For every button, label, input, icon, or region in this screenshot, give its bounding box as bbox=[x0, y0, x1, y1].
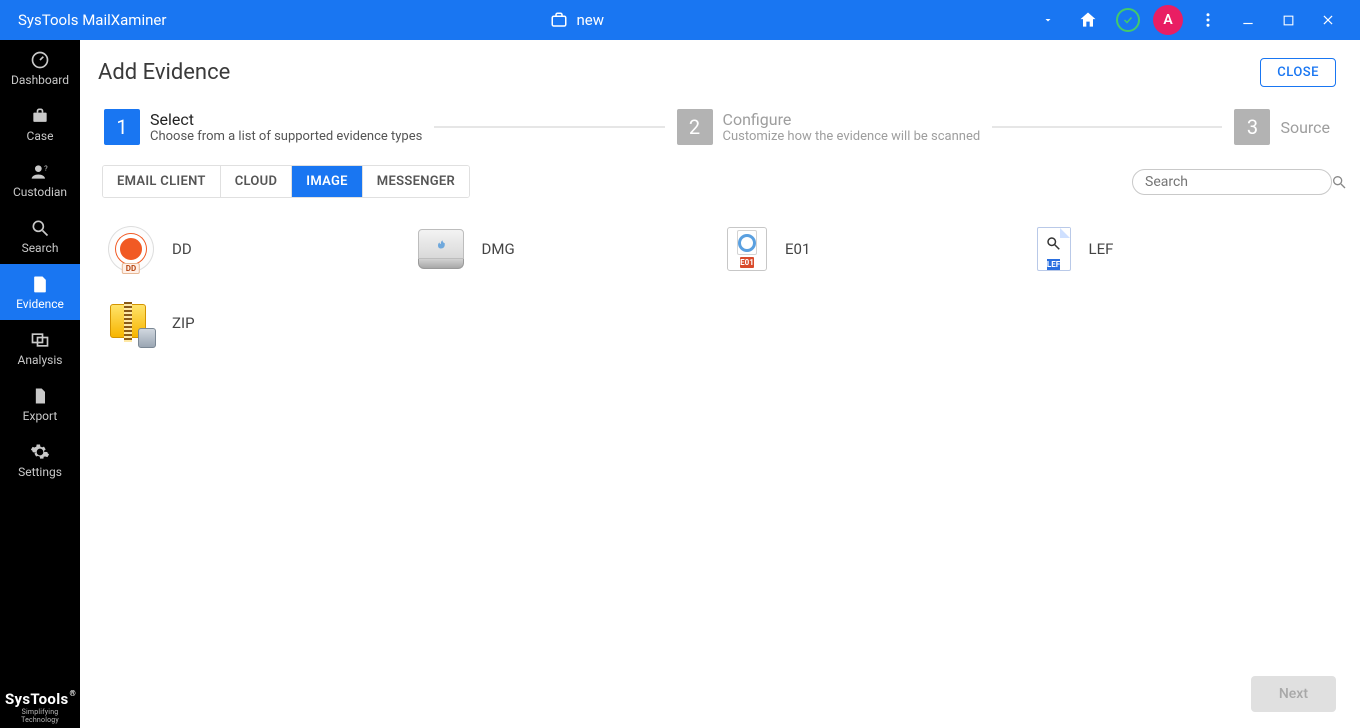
dropdown-button[interactable] bbox=[1028, 0, 1068, 40]
main-content: Add Evidence CLOSE 1 Select Choose from … bbox=[80, 40, 1360, 728]
tab-email-client[interactable]: EMAIL CLIENT bbox=[103, 166, 221, 197]
case-chip[interactable]: new bbox=[550, 11, 604, 29]
sidebar-item-search[interactable]: Search bbox=[0, 208, 80, 264]
export-icon bbox=[30, 386, 50, 406]
lef-icon: LEF bbox=[1037, 227, 1071, 271]
evidence-option-dmg[interactable]: DMG bbox=[418, 226, 708, 272]
dmg-icon bbox=[418, 229, 464, 269]
evidence-label: DMG bbox=[482, 240, 515, 258]
step-divider bbox=[434, 126, 664, 128]
sidebar-item-label: Analysis bbox=[18, 353, 63, 367]
evidence-label: DD bbox=[172, 240, 192, 258]
evidence-label: ZIP bbox=[172, 314, 195, 332]
sidebar-item-custodian[interactable]: ? Custodian bbox=[0, 152, 80, 208]
analysis-icon bbox=[30, 330, 50, 350]
sidebar-item-label: Case bbox=[27, 129, 54, 143]
more-button[interactable] bbox=[1188, 0, 1228, 40]
next-button[interactable]: Next bbox=[1251, 676, 1336, 712]
evidence-option-zip[interactable]: ZIP bbox=[108, 300, 398, 346]
dashboard-icon bbox=[30, 50, 50, 70]
step-subtitle: Customize how the evidence will be scann… bbox=[723, 129, 981, 144]
search-field[interactable] bbox=[1132, 169, 1332, 195]
status-ok-icon bbox=[1108, 0, 1148, 40]
sidebar-item-evidence[interactable]: Evidence bbox=[0, 264, 80, 320]
sidebar-item-label: Search bbox=[22, 241, 59, 255]
sidebar-item-label: Dashboard bbox=[11, 73, 69, 87]
step-title: Source bbox=[1280, 118, 1330, 137]
evidence-icon bbox=[30, 274, 50, 294]
evidence-option-lef[interactable]: LEF LEF bbox=[1037, 226, 1327, 272]
evidence-label: LEF bbox=[1089, 240, 1114, 258]
step-divider bbox=[992, 126, 1222, 128]
gear-icon bbox=[30, 442, 50, 462]
tab-image[interactable]: IMAGE bbox=[292, 166, 363, 197]
page-title: Add Evidence bbox=[98, 60, 230, 85]
sidebar-item-export[interactable]: Export bbox=[0, 376, 80, 432]
evidence-option-e01[interactable]: E01 E01 bbox=[727, 226, 1017, 272]
sidebar-item-case[interactable]: Case bbox=[0, 96, 80, 152]
step-source: 3 Source bbox=[1234, 109, 1330, 145]
custodian-icon: ? bbox=[30, 162, 50, 182]
search-icon bbox=[1331, 174, 1347, 190]
evidence-option-dd[interactable]: DD DD bbox=[108, 226, 398, 272]
sidebar-item-dashboard[interactable]: Dashboard bbox=[0, 40, 80, 96]
e01-icon: E01 bbox=[727, 227, 767, 271]
step-select: 1 Select Choose from a list of supported… bbox=[104, 109, 422, 145]
evidence-grid: DD DD DMG E01 E01 bbox=[98, 198, 1336, 356]
evidence-type-tabs: EMAIL CLIENT CLOUD IMAGE MESSENGER bbox=[102, 165, 470, 198]
sidebar-item-label: Evidence bbox=[16, 297, 64, 311]
maximize-button[interactable] bbox=[1268, 0, 1308, 40]
tab-messenger[interactable]: MESSENGER bbox=[363, 166, 469, 197]
case-icon bbox=[30, 106, 50, 126]
step-subtitle: Choose from a list of supported evidence… bbox=[150, 129, 422, 144]
app-title: SysTools MailXaminer bbox=[12, 11, 166, 29]
home-button[interactable] bbox=[1068, 0, 1108, 40]
svg-text:?: ? bbox=[44, 164, 48, 173]
tab-cloud[interactable]: CLOUD bbox=[221, 166, 293, 197]
user-avatar[interactable]: A bbox=[1148, 0, 1188, 40]
case-label: new bbox=[576, 11, 604, 29]
sidebar-item-settings[interactable]: Settings bbox=[0, 432, 80, 488]
search-input[interactable] bbox=[1145, 174, 1323, 190]
title-bar: SysTools MailXaminer new A bbox=[0, 0, 1360, 40]
evidence-label: E01 bbox=[785, 240, 810, 258]
brand-logo: SysTools Simplifying Technology bbox=[0, 684, 80, 728]
sidebar-item-label: Settings bbox=[18, 465, 62, 479]
close-window-button[interactable] bbox=[1308, 0, 1348, 40]
dd-icon: DD bbox=[108, 226, 154, 272]
briefcase-icon bbox=[550, 11, 568, 29]
sidebar-item-label: Export bbox=[23, 409, 58, 423]
minimize-button[interactable] bbox=[1228, 0, 1268, 40]
stepper: 1 Select Choose from a list of supported… bbox=[98, 109, 1336, 165]
step-title: Configure bbox=[723, 110, 981, 129]
sidebar: Dashboard Case ? Custodian Search Eviden… bbox=[0, 40, 80, 728]
step-title: Select bbox=[150, 110, 422, 129]
sidebar-item-label: Custodian bbox=[13, 185, 67, 199]
step-configure: 2 Configure Customize how the evidence w… bbox=[677, 109, 981, 145]
sidebar-item-analysis[interactable]: Analysis bbox=[0, 320, 80, 376]
zip-icon bbox=[108, 300, 154, 346]
search-icon bbox=[30, 218, 50, 238]
close-button[interactable]: CLOSE bbox=[1260, 58, 1336, 87]
